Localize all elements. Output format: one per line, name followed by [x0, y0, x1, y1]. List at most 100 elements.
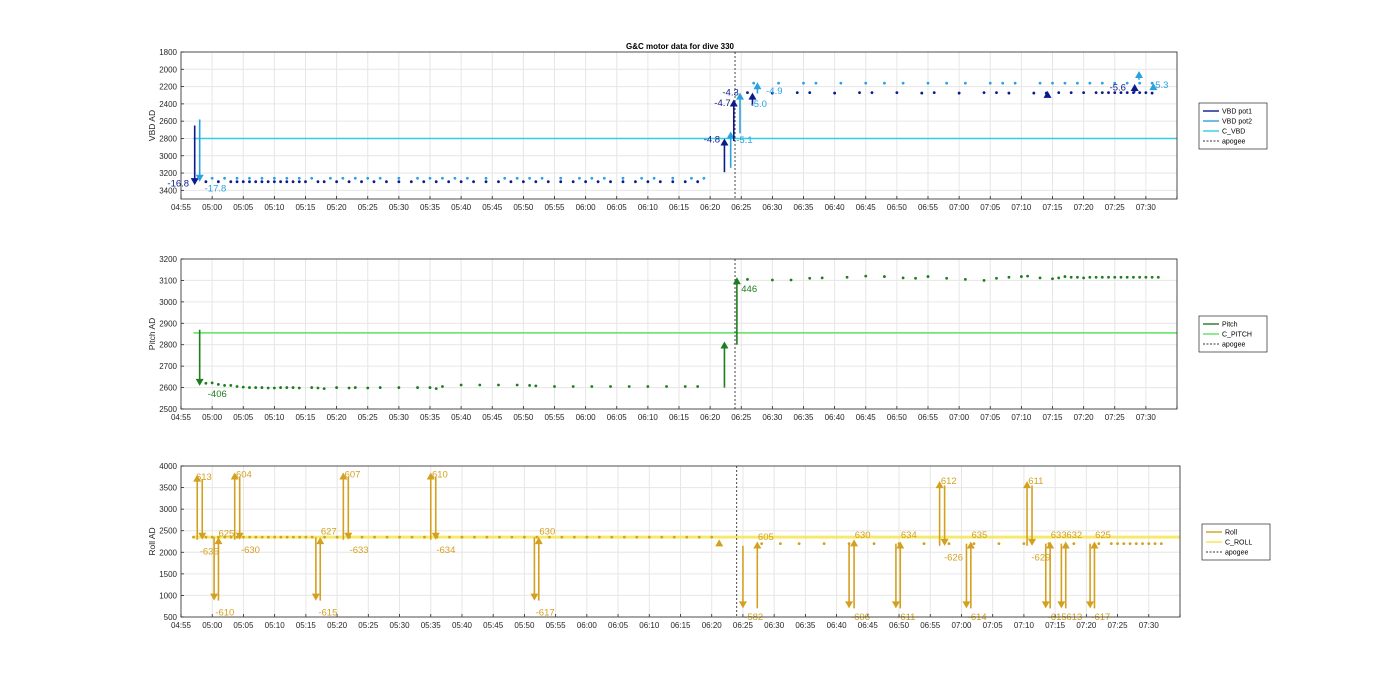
data-point: [473, 535, 476, 539]
data-point: [416, 176, 419, 180]
data-point: [1022, 542, 1026, 546]
legend-label: VBD pot1: [1222, 109, 1252, 116]
data-point: [465, 176, 469, 180]
data-point: [210, 176, 214, 180]
x-tick-label: 06:35: [795, 621, 816, 630]
data-point: [1038, 276, 1042, 280]
value-annotation: 605: [758, 532, 774, 543]
x-tick-label: 06:10: [638, 413, 659, 422]
data-point: [297, 180, 301, 184]
data-point: [777, 81, 780, 85]
x-tick-label: 06:20: [702, 621, 723, 630]
data-point: [982, 91, 986, 95]
data-point: [1119, 275, 1123, 279]
data-point: [1026, 274, 1029, 278]
data-point: [523, 535, 526, 539]
data-point: [341, 176, 345, 180]
data-point: [1051, 277, 1054, 281]
legend-label: apogee: [1222, 342, 1245, 349]
data-point: [297, 176, 301, 180]
data-point: [690, 176, 693, 180]
x-tick-label: 05:05: [233, 413, 254, 422]
data-point: [441, 385, 444, 388]
legend-roll: Roll C_ROLLapogee: [1201, 523, 1271, 561]
y-tick-label: 2800: [159, 341, 177, 350]
x-tick-label: 05:15: [295, 413, 316, 422]
x-tick-label: 07:30: [1139, 621, 1160, 630]
value-annotation: 633: [1051, 530, 1067, 541]
value-annotation: 625: [218, 528, 234, 539]
data-point: [914, 276, 917, 280]
legend-label: C_PITCH: [1222, 332, 1252, 339]
x-tick-label: 05:25: [358, 203, 379, 212]
x-tick-label: 06:45: [856, 413, 877, 422]
data-point: [310, 176, 314, 180]
x-tick-label: 05:40: [451, 203, 472, 212]
data-point: [802, 81, 805, 85]
data-point: [204, 535, 208, 539]
data-point: [204, 381, 208, 385]
value-annotation: -16.8: [167, 178, 189, 189]
data-point: [509, 180, 513, 184]
x-tick-label: 06:15: [670, 621, 691, 630]
data-point: [1116, 542, 1119, 546]
data-point: [248, 535, 252, 539]
x-tick-label: 05:20: [327, 621, 348, 630]
y-tick-label: 1000: [159, 591, 177, 600]
data-point: [534, 384, 538, 388]
data-point: [789, 278, 793, 282]
data-point: [291, 386, 295, 389]
x-tick-label: 07:10: [1011, 413, 1032, 422]
data-point: [397, 386, 401, 389]
data-point: [210, 381, 214, 385]
value-annotation: 613: [196, 472, 212, 483]
data-point: [1094, 275, 1098, 279]
data-point: [560, 535, 564, 539]
y-tick-label: 3000: [159, 152, 177, 161]
value-annotation: -626: [944, 552, 963, 563]
data-point: [590, 176, 594, 180]
x-tick-label: 06:40: [825, 413, 846, 422]
data-point: [1051, 81, 1054, 85]
x-tick-label: 05:10: [264, 203, 285, 212]
x-tick-label: 06:50: [887, 413, 908, 422]
data-point: [1128, 542, 1132, 546]
value-annotation: 634: [901, 530, 917, 541]
data-point: [223, 384, 226, 387]
y-tick-label: 3200: [159, 255, 177, 264]
value-annotation: -634: [436, 545, 455, 556]
data-point: [447, 180, 451, 184]
data-point: [1069, 275, 1073, 279]
value-annotation: -4.9: [766, 86, 782, 97]
panels: 04:55 05:00 05:05 05:10 05:15 05:20 05:25 05:30…: [147, 48, 1271, 630]
x-tick-label: 07:30: [1136, 413, 1157, 422]
data-point: [422, 180, 426, 184]
x-tick-label: 06:30: [764, 621, 785, 630]
data-point: [646, 180, 650, 184]
data-point: [528, 384, 531, 387]
data-point: [322, 387, 326, 391]
data-point: [945, 81, 949, 85]
data-point: [602, 176, 606, 180]
value-annotation: -4.3: [722, 88, 738, 99]
data-point: [1122, 542, 1126, 546]
value-annotation: 446: [741, 284, 757, 295]
data-point: [1138, 275, 1142, 279]
data-point: [410, 535, 414, 539]
data-point: [353, 386, 357, 389]
data-point: [229, 180, 233, 184]
data-point: [926, 81, 930, 85]
data-point: [272, 386, 276, 390]
y-tick-label: 2000: [159, 65, 177, 74]
x-tick-label: 05:25: [358, 413, 379, 422]
data-point: [697, 535, 701, 539]
data-point: [528, 176, 531, 180]
data-point: [883, 81, 886, 85]
data-point: [671, 180, 675, 184]
data-point: [397, 176, 401, 180]
data-point: [441, 176, 444, 180]
x-tick-label: 06:40: [827, 621, 848, 630]
data-point: [535, 535, 539, 539]
x-tick-label: 05:55: [544, 413, 565, 422]
data-point: [621, 176, 625, 180]
